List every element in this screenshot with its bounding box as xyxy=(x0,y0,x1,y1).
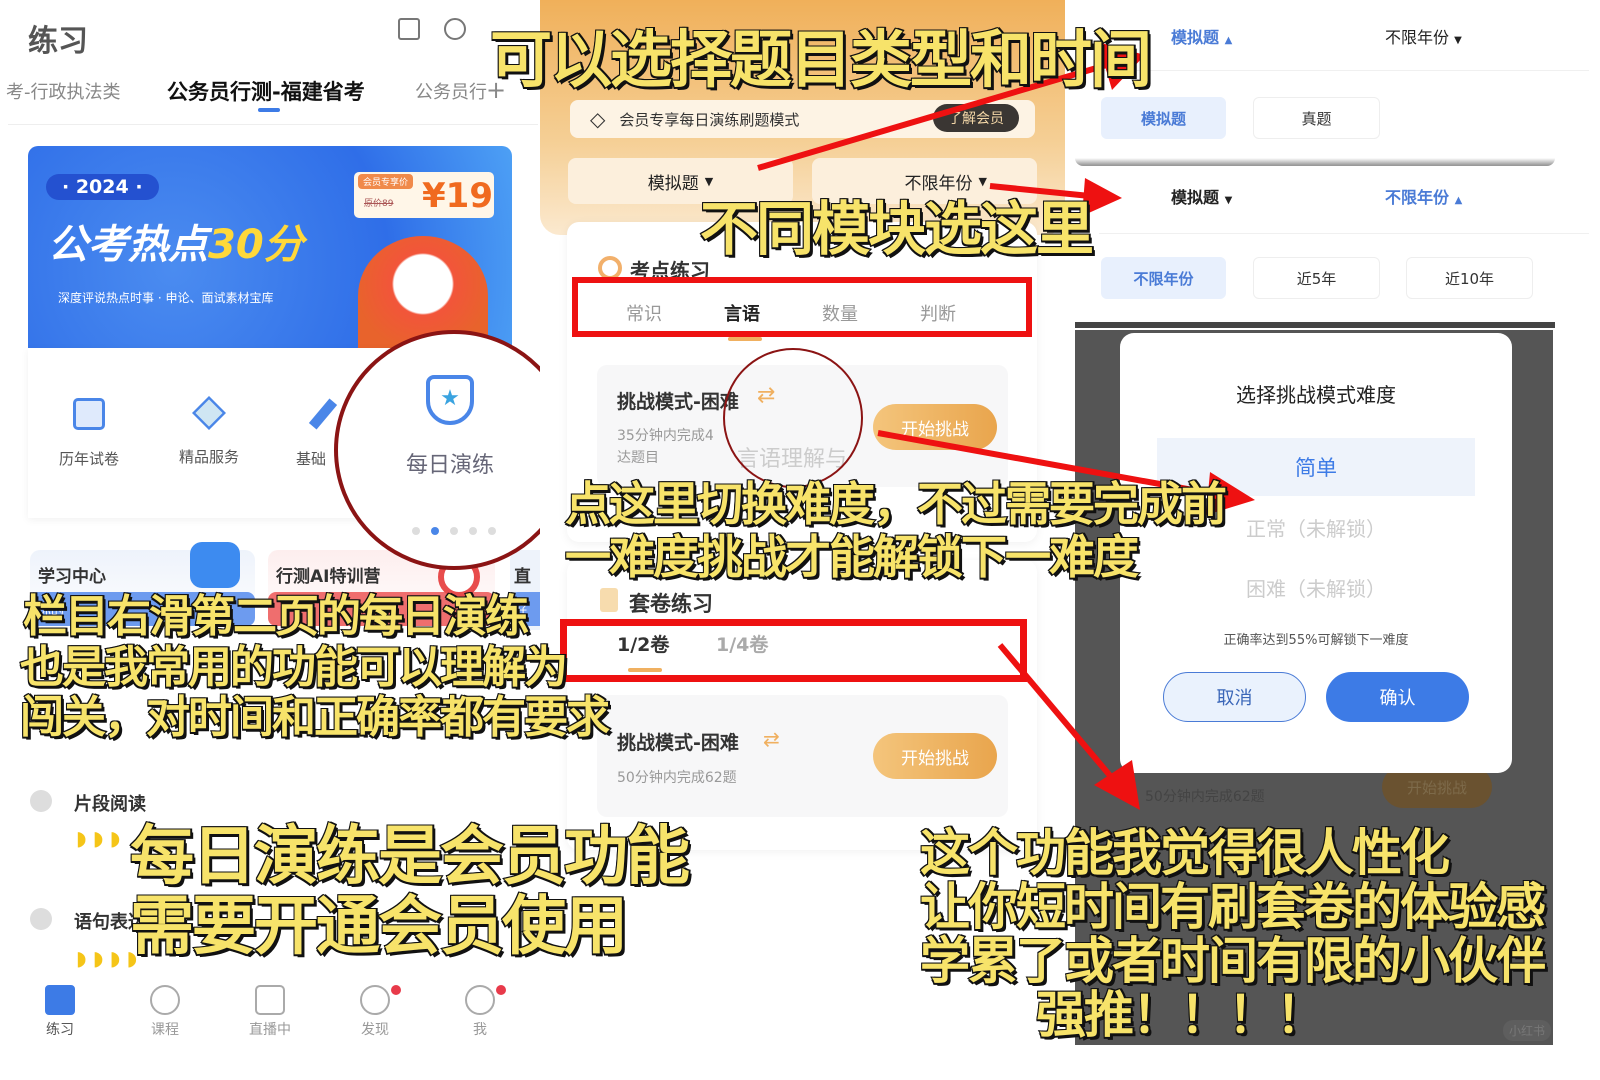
caption-line: 可以选择题目类型和时间 xyxy=(489,23,1153,97)
caption-line: 也是我常用的功能可以理解为 xyxy=(19,641,569,693)
caption-module: 不同模块选这里 xyxy=(699,195,1095,263)
caption-line: 学累了或者时间有限的小伙伴 xyxy=(919,932,1547,990)
caption-difficulty: 点这里切换难度，不过需要完成前 一难度挑战才能解锁下一难度 xyxy=(564,477,1228,585)
caption-line: 每日演练是会员功能 xyxy=(129,820,691,894)
caption-line: 栏目右滑第二页的每日演练 xyxy=(22,590,530,642)
caption-select-type: 可以选择题目类型和时间 xyxy=(489,23,1153,97)
caption-line: 不同模块选这里 xyxy=(699,195,1095,263)
caption-line: 让你短时间有刷套卷的体验感 xyxy=(919,878,1547,936)
arrow-to-bottom xyxy=(997,643,1115,780)
caption-line: 强推！！！！ xyxy=(1035,986,1327,1044)
caption-daily-practice: 栏目右滑第二页的每日演练 也是我常用的功能可以理解为 闯关，对时间和正确率都有要… xyxy=(19,590,611,744)
caption-line: 需要开通会员使用 xyxy=(129,890,629,965)
caption-recommend: 这个功能我觉得很人性化 让你短时间有刷套卷的体验感 学累了或者时间有限的小伙伴 … xyxy=(919,824,1547,1044)
caption-line: 闯关，对时间和正确率都有要求 xyxy=(19,692,611,744)
caption-line: 一难度挑战才能解锁下一难度 xyxy=(564,529,1140,584)
caption-line: 点这里切换难度，不过需要完成前 xyxy=(564,477,1228,532)
caption-line: 这个功能我觉得很人性化 xyxy=(919,824,1451,882)
caption-member-only: 每日演练是会员功能 需要开通会员使用 xyxy=(129,820,691,965)
